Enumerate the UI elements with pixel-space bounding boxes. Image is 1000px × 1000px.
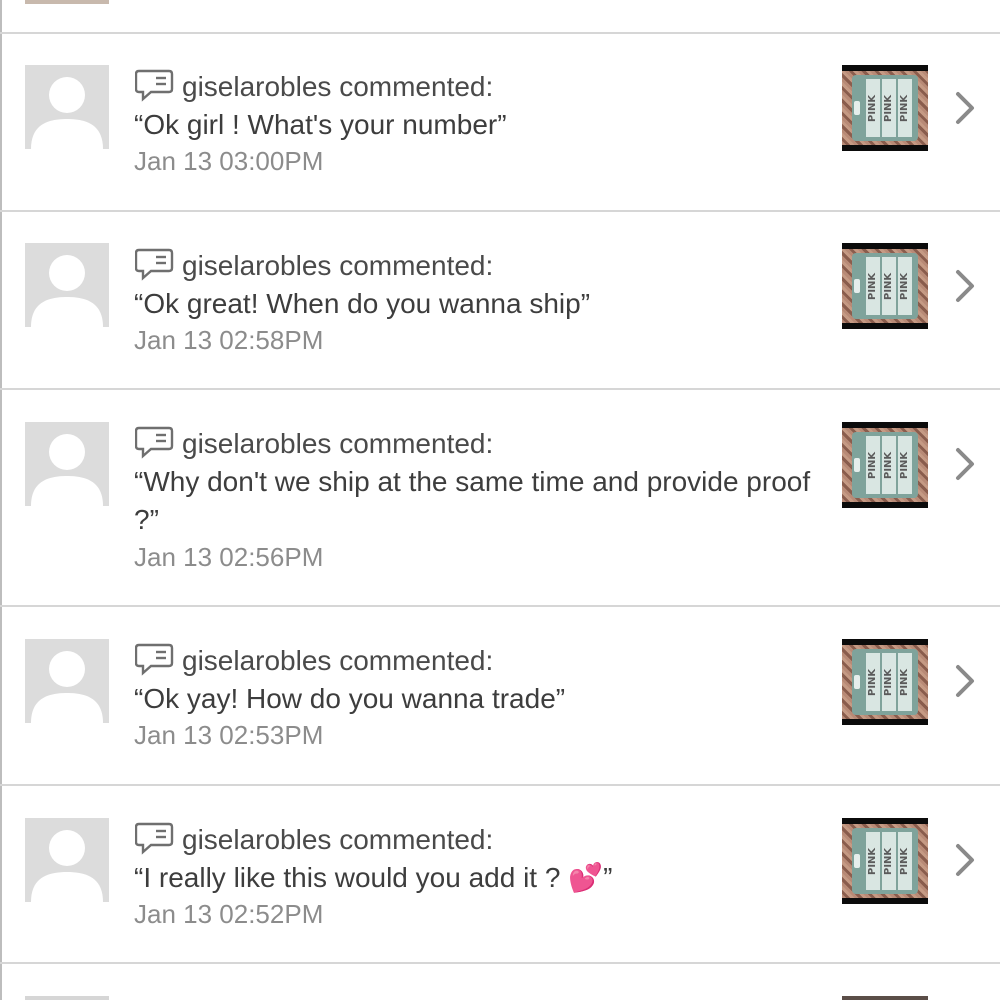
brand-label: PINK <box>882 436 896 494</box>
timestamp: Jan 13 03:00PM <box>134 146 324 176</box>
commenter-name: giselarobles commented: <box>182 645 494 676</box>
default-avatar-icon[interactable] <box>25 243 109 327</box>
brand-label: PINK <box>898 653 912 711</box>
comment-text: “Ok girl ! What's your number” <box>134 109 507 140</box>
notification-row[interactable]: giselarobles commented: “Why don't we sh… <box>0 390 1000 606</box>
default-avatar-icon[interactable] <box>25 65 109 149</box>
timestamp: Jan 13 02:58PM <box>134 325 324 355</box>
brand-label: PINK <box>882 832 896 890</box>
chevron-right-icon[interactable] <box>950 266 980 306</box>
next-item-thumbnail-edge <box>842 996 928 1000</box>
brand-label: PINK <box>866 653 880 711</box>
divider <box>0 962 1000 964</box>
brand-label: PINK <box>882 79 896 137</box>
timestamp: Jan 13 02:56PM <box>134 542 324 572</box>
comment-text: “Ok great! When do you wanna ship” <box>134 288 591 319</box>
listing-thumbnail[interactable]: PINK PINK PINK <box>842 65 928 151</box>
brand-label: PINK <box>866 436 880 494</box>
chevron-right-icon[interactable] <box>950 444 980 484</box>
speech-bubble-icon <box>134 247 175 281</box>
brand-label: PINK <box>866 257 880 315</box>
brand-label: PINK <box>866 832 880 890</box>
brand-label: PINK <box>898 832 912 890</box>
listing-thumbnail[interactable]: PINK PINK PINK <box>842 422 928 508</box>
commenter-name: giselarobles commented: <box>182 250 494 281</box>
comment-text: “Ok yay! How do you wanna trade” <box>134 683 566 714</box>
brand-label: PINK <box>898 257 912 315</box>
speech-bubble-icon <box>134 68 175 102</box>
comment-text: “Why don't we ship at the same time and … <box>134 466 811 535</box>
next-item-avatar-edge <box>25 996 109 1000</box>
brand-label: PINK <box>882 257 896 315</box>
chevron-right-icon[interactable] <box>950 661 980 701</box>
default-avatar-icon[interactable] <box>25 422 109 506</box>
default-avatar-icon[interactable] <box>25 818 109 902</box>
notification-row[interactable]: giselarobles commented: “Ok yay! How do … <box>0 607 1000 784</box>
chevron-right-icon[interactable] <box>950 840 980 880</box>
brand-label: PINK <box>882 653 896 711</box>
speech-bubble-icon <box>134 425 175 459</box>
previous-item-avatar-edge <box>25 0 109 4</box>
timestamp: Jan 13 02:52PM <box>134 899 324 929</box>
commenter-name: giselarobles commented: <box>182 71 494 102</box>
comment-text: “I really like this would you add it ? 💕… <box>134 862 613 893</box>
default-avatar-icon[interactable] <box>25 639 109 723</box>
listing-thumbnail[interactable]: PINK PINK PINK <box>842 243 928 329</box>
commenter-name: giselarobles commented: <box>182 428 494 459</box>
notification-row[interactable]: giselarobles commented: “I really like t… <box>0 786 1000 963</box>
notification-list: giselarobles commented: “Ok girl ! What'… <box>0 0 1000 1000</box>
notification-row[interactable]: giselarobles commented: “Ok great! When … <box>0 212 1000 389</box>
speech-bubble-icon <box>134 821 175 855</box>
speech-bubble-icon <box>134 642 175 676</box>
brand-label: PINK <box>866 79 880 137</box>
brand-label: PINK <box>898 79 912 137</box>
notification-row[interactable]: giselarobles commented: “Ok girl ! What'… <box>0 34 1000 211</box>
chevron-right-icon[interactable] <box>950 88 980 128</box>
brand-label: PINK <box>898 436 912 494</box>
commenter-name: giselarobles commented: <box>182 824 494 855</box>
listing-thumbnail[interactable]: PINK PINK PINK <box>842 639 928 725</box>
listing-thumbnail[interactable]: PINK PINK PINK <box>842 818 928 904</box>
timestamp: Jan 13 02:53PM <box>134 720 324 750</box>
